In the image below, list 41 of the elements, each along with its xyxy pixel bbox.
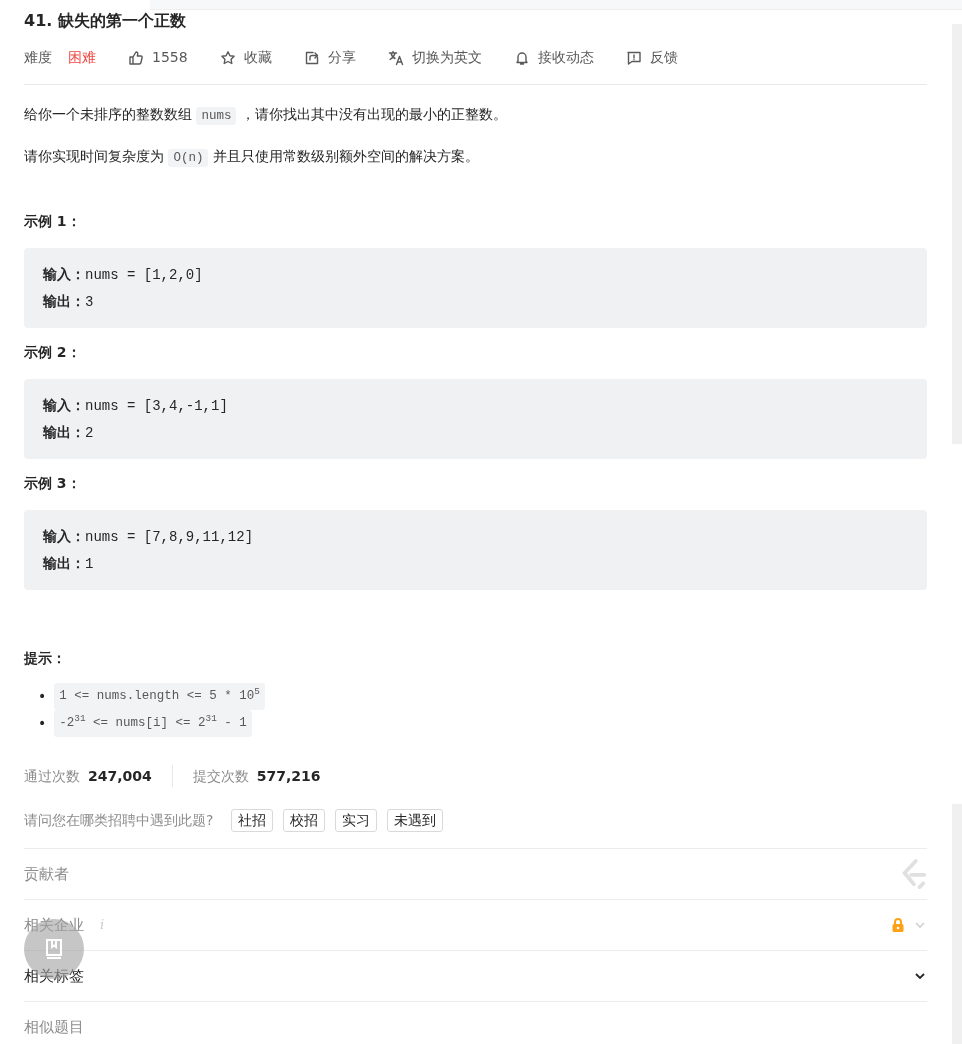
bell-icon[interactable]: [513, 49, 530, 66]
section-label[interactable]: 贡献者: [24, 862, 69, 886]
translate-icon[interactable]: [387, 49, 404, 66]
star-icon[interactable]: [219, 49, 236, 66]
notebook-icon: [44, 938, 64, 960]
difficulty-label: 难度: [24, 48, 52, 67]
example-block: 输入：nums = [7,8,9,11,12] 输出：1: [24, 510, 927, 590]
action-link[interactable]: 接收动态: [537, 47, 594, 68]
section-label[interactable]: 相关标签: [24, 964, 84, 988]
stat-value: 577,216: [256, 766, 321, 786]
description-text: 给你一个未排序的整数数组 nums ，请你找出其中没有出现的最小的正整数。: [24, 105, 508, 127]
share-icon[interactable]: [303, 49, 320, 66]
action-link[interactable]: 收藏: [243, 47, 272, 68]
stat-value: 247,004: [88, 766, 152, 786]
survey-option[interactable]: 实习: [335, 809, 378, 832]
difficulty-value: 困难: [68, 48, 96, 67]
hints-heading: 提示：: [24, 649, 67, 668]
survey-question: 请问您在哪类招聘中遇到此题?: [24, 811, 214, 830]
section-label[interactable]: 相似题目: [24, 1015, 84, 1039]
survey-option[interactable]: 校招: [283, 809, 326, 832]
problem-title: 41. 缺失的第一个正数: [24, 11, 186, 31]
example-block: 输入：nums = [1,2,0] 输出：3: [24, 248, 927, 328]
stat-label: 提交次数: [192, 766, 249, 786]
example-heading: 示例 1：: [24, 212, 82, 231]
constraint-text: -2$^{31}$ <= nums[i] <= 2$^{31}$ - 1: [54, 710, 252, 737]
example-heading: 示例 3：: [24, 474, 82, 493]
action-link[interactable]: 分享: [327, 47, 356, 68]
action-link[interactable]: 切换为英文: [411, 47, 482, 68]
stat-label: 通过次数: [24, 766, 80, 786]
bullet: •: [38, 687, 47, 706]
thumbs-up-icon[interactable]: [128, 49, 144, 66]
feedback-icon[interactable]: [625, 49, 642, 66]
constraint-text: 1 <= nums.length <= 5 * 10$^{5}$: [54, 683, 265, 710]
survey-option[interactable]: 未遇到: [387, 809, 444, 832]
survey-option[interactable]: 社招: [231, 809, 274, 832]
description-text: 请你实现时间复杂度为 O(n) 并且只使用常数级别额外空间的解决方案。: [24, 147, 480, 169]
bullet: •: [38, 714, 47, 733]
example-heading: 示例 2：: [24, 343, 82, 362]
action-link[interactable]: 反馈: [649, 47, 678, 68]
like-count[interactable]: 1558: [152, 47, 188, 68]
example-block: 输入：nums = [3,4,-1,1] 输出：2: [24, 379, 927, 459]
